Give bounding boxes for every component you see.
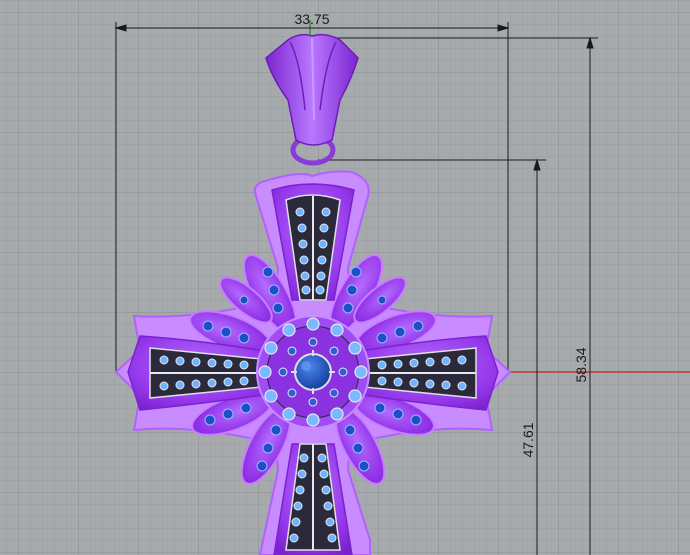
viewport-canvas[interactable]: 33.75 58.34 47.61 — [0, 0, 690, 555]
front-viewport[interactable]: 33.75 58.34 47.61 — [0, 0, 690, 555]
dimension-total-height-label: 58.34 — [573, 347, 589, 382]
dimension-width-label: 33.75 — [294, 11, 329, 27]
dimension-body-height-label: 47.61 — [520, 422, 536, 457]
